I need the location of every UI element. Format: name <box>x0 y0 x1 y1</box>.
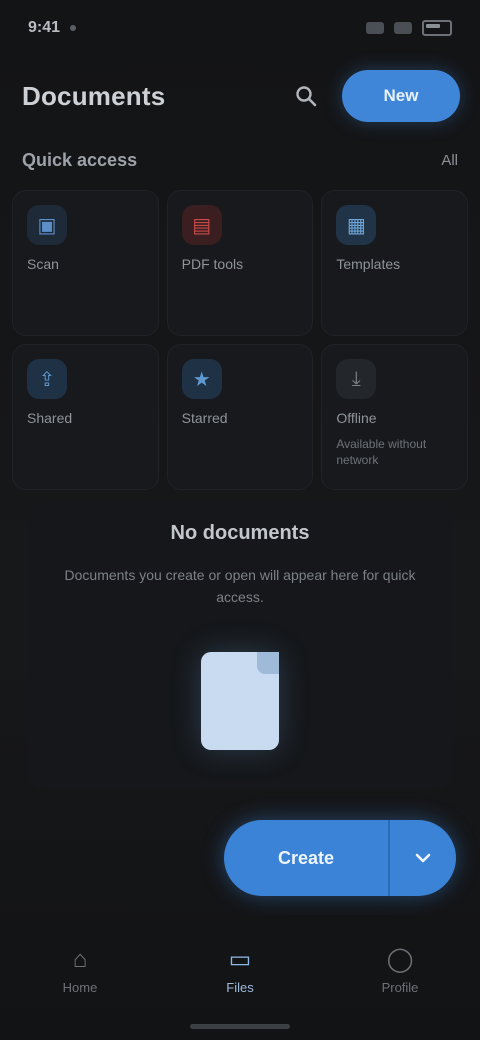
quick-access-grid: ▣ Scan ▤ PDF tools ▦ Templates ⇪ Shared … <box>12 190 468 490</box>
battery-icon <box>422 20 452 36</box>
tile-starred[interactable]: ★ Starred <box>166 344 314 490</box>
tile-sublabel: Available without network <box>336 437 427 467</box>
document-illustration-icon <box>201 652 279 751</box>
tile-label: Starred <box>181 410 228 426</box>
tile-label: Templates <box>336 256 401 272</box>
page-title: Documents <box>22 80 166 111</box>
see-all-link[interactable]: All <box>441 152 458 169</box>
nav-item-home[interactable]: ⌂ Home <box>20 930 140 1010</box>
section-header: Quick access All <box>0 140 480 180</box>
person-icon: ◯ <box>386 946 414 973</box>
empty-state-title: No documents <box>170 522 310 544</box>
chevron-down-icon <box>415 853 431 863</box>
search-icon <box>296 86 317 107</box>
tile-templates[interactable]: ▦ Templates <box>321 190 468 336</box>
create-button[interactable]: Create <box>224 820 388 896</box>
star-icon: ★ <box>181 359 222 399</box>
scan-icon: ▣ <box>27 205 67 245</box>
empty-state: No documents Documents you create or ope… <box>28 500 452 790</box>
new-button[interactable]: New <box>342 70 460 122</box>
nav-label: Profile <box>381 980 419 995</box>
share-icon: ⇪ <box>27 359 67 399</box>
screen: 9:41 Documents New Quick access All ▣ Sc… <box>0 0 480 1040</box>
tile-label: Offline <box>336 410 377 426</box>
nav-item-files[interactable]: ▭ Files <box>180 930 300 1010</box>
home-icon: ⌂ <box>72 945 88 973</box>
nav-label: Files <box>226 980 254 995</box>
tile-pdf-tools[interactable]: ▤ PDF tools <box>166 190 314 336</box>
template-icon: ▦ <box>336 205 377 245</box>
signal-icon <box>366 22 384 34</box>
tile-offline[interactable]: ⤓ Offline Available without network <box>321 344 468 490</box>
notification-dot-icon <box>70 25 77 31</box>
app-header: Documents New <box>0 62 480 130</box>
tile-label: PDF tools <box>181 256 244 272</box>
folder-icon: ▭ <box>228 946 252 973</box>
nav-item-profile[interactable]: ◯ Profile <box>340 930 460 1010</box>
download-icon: ⤓ <box>336 359 377 399</box>
pdf-icon: ▤ <box>181 205 222 245</box>
tile-label: Scan <box>27 256 59 272</box>
wifi-icon <box>394 22 412 34</box>
bottom-navigation: ⌂ Home ▭ Files ◯ Profile <box>0 920 480 1020</box>
status-time: 9:41 <box>28 19 61 36</box>
nav-label: Home <box>62 979 98 995</box>
tile-shared[interactable]: ⇪ Shared <box>12 344 159 490</box>
section-title: Quick access <box>22 149 138 170</box>
create-split-button: Create <box>224 820 456 896</box>
tile-scan[interactable]: ▣ Scan <box>12 190 159 336</box>
search-button[interactable] <box>286 76 326 116</box>
tile-label: Shared <box>27 410 73 426</box>
create-options-button[interactable] <box>390 820 456 896</box>
empty-state-description: Documents you create or open will appear… <box>64 567 416 605</box>
home-indicator[interactable] <box>190 1024 290 1029</box>
status-bar: 9:41 <box>0 0 480 56</box>
